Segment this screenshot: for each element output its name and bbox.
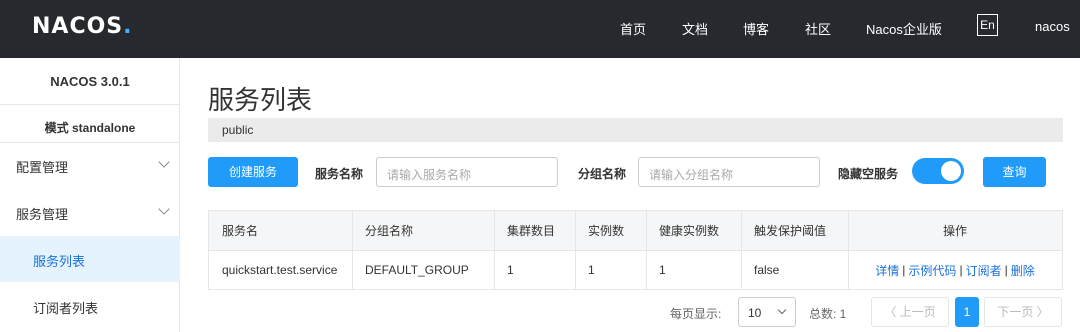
sidebar-item-label: 订阅者列表 [33,301,99,316]
nav-community[interactable]: 社区 [805,19,831,38]
top-navigation-bar: NACOS. 首页 文档 博客 社区 Nacos企业版 nacos En [0,0,1080,58]
sidebar-item-subscriber-list[interactable]: 订阅者列表 [0,283,180,329]
table-header-row: 服务名 分组名称 集群数目 实例数 健康实例数 触发保护阈值 操作 [209,211,1062,251]
subscribers-link[interactable]: 订阅者 [966,262,1002,279]
sidebar-item-label: 配置管理 [16,160,69,175]
cell-instance-count: 1 [588,263,595,277]
hide-empty-services-toggle[interactable] [912,158,964,184]
column-header-instance-count: 实例数 [588,224,625,238]
per-page-value: 10 [748,306,762,320]
nav-docs[interactable]: 文档 [682,19,708,38]
chevron-down-icon [158,156,170,168]
column-header-cluster-count: 集群数目 [507,224,556,238]
cell-healthy-instances: 1 [659,263,666,277]
sidebar-item-config-management[interactable]: 配置管理 [0,142,180,188]
hide-empty-services-label: 隐藏空服务 [838,167,899,181]
per-page-select[interactable]: 10 [738,297,796,327]
mode-label: 模式 standalone [44,121,136,135]
toggle-knob [941,161,961,181]
cell-cluster-count: 1 [507,263,514,277]
cell-service-name: quickstart.test.service [222,263,338,277]
column-header-group-name: 分组名称 [365,224,414,238]
version-label: NACOS 3.0.1 [50,74,130,89]
nacos-logo[interactable]: NACOS. [32,14,133,39]
cell-protect-threshold: false [754,263,780,277]
sidebar-item-service-management[interactable]: 服务管理 [0,189,180,235]
create-service-button[interactable]: 创建服务 [208,157,298,187]
per-page-label: 每页显示: [670,307,722,321]
service-table: 服务名 分组名称 集群数目 实例数 健康实例数 触发保护阈值 操作 quicks… [208,210,1063,290]
sidebar-divider [0,104,180,105]
chevron-down-icon [158,203,170,215]
group-name-label: 分组名称 [578,167,627,181]
column-header-protect-threshold: 触发保护阈值 [754,224,827,238]
namespace-bar: public [208,118,1063,142]
chevron-down-icon [777,305,787,315]
column-header-healthy-instances: 健康实例数 [659,224,720,238]
table-row: quickstart.test.service DEFAULT_GROUP 1 … [209,251,1062,289]
group-name-placeholder: 请输入分组名称 [649,168,734,182]
prev-page-button[interactable]: 〈 上一页 [871,297,949,327]
sidebar-item-label: 服务列表 [33,254,86,269]
page-title: 服务列表 [208,85,313,115]
service-name-placeholder: 请输入服务名称 [387,168,472,182]
group-name-input[interactable]: 请输入分组名称 [638,157,820,187]
details-link[interactable]: 详情 [875,262,899,279]
query-button[interactable]: 查询 [983,157,1046,187]
next-page-button[interactable]: 下一页 〉 [984,297,1062,327]
service-name-label: 服务名称 [315,167,364,181]
cell-group-name: DEFAULT_GROUP [365,263,469,277]
service-name-input[interactable]: 请输入服务名称 [376,157,558,187]
column-header-actions: 操作 [942,224,967,238]
sample-code-link[interactable]: 示例代码 [908,262,956,279]
total-count: 总数: 1 [809,307,847,321]
namespace-label[interactable]: public [222,123,253,137]
column-header-service-name: 服务名 [222,224,259,238]
sidebar: NACOS 3.0.1 模式 standalone 配置管理 服务管理 服务列表… [0,58,180,332]
sidebar-item-service-list[interactable]: 服务列表 [0,236,180,282]
language-switch[interactable]: En [977,14,998,36]
delete-link[interactable]: 删除 [1011,262,1035,279]
current-page-button[interactable]: 1 [955,297,979,327]
nav-home[interactable]: 首页 [620,19,646,38]
cell-actions: 详情 | 示例代码 | 订阅者 | 删除 [875,262,1035,279]
user-menu[interactable]: nacos [1035,19,1070,34]
sidebar-item-label: 服务管理 [16,207,69,222]
nav-enterprise[interactable]: Nacos企业版 [866,19,942,38]
nav-blog[interactable]: 博客 [743,19,769,38]
